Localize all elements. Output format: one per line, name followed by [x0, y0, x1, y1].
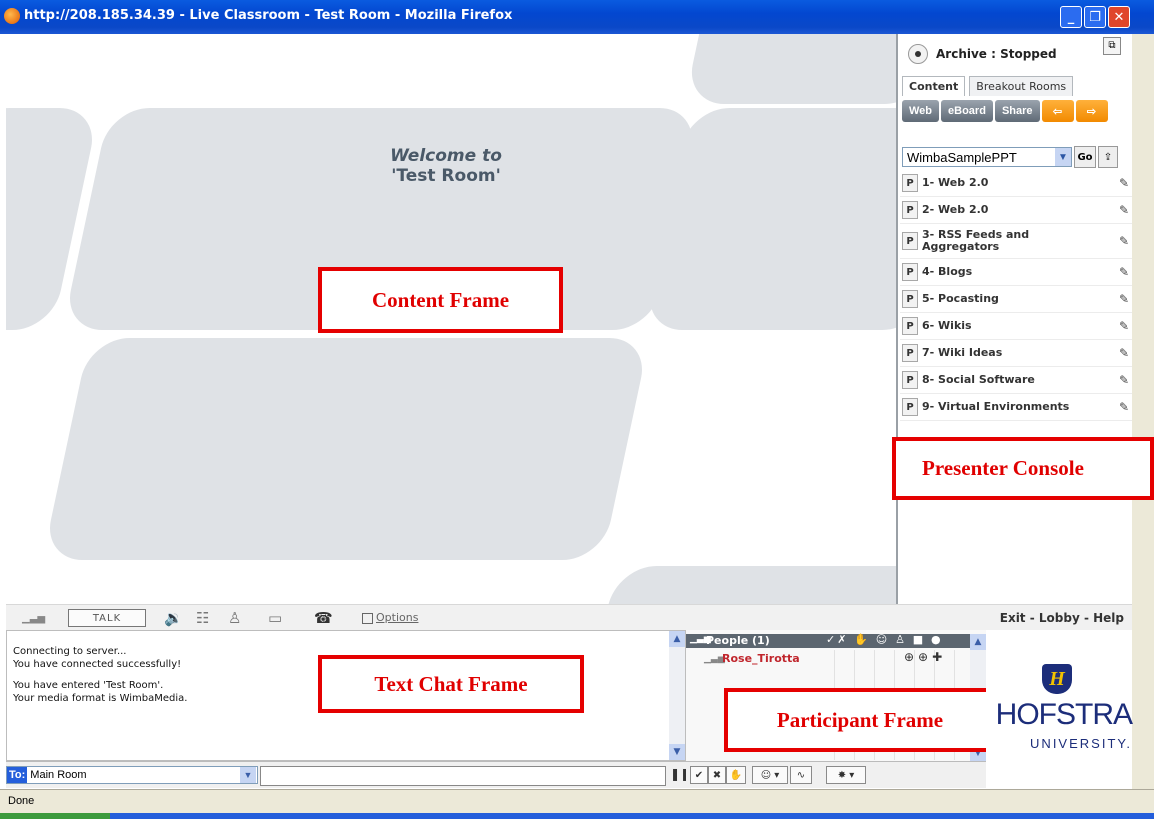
edit-pencil-icon[interactable]: ✎	[1116, 176, 1132, 190]
tab-breakout-rooms[interactable]: Breakout Rooms	[969, 76, 1074, 96]
pulse-icon[interactable]: ∿	[790, 766, 812, 784]
raise-hand-icon[interactable]: ✋	[726, 766, 746, 784]
background-shape	[595, 566, 896, 604]
speaker-icon[interactable]: 🔉	[164, 609, 183, 627]
list-item[interactable]: P 9- Virtual Environments ✎	[900, 394, 1132, 421]
ppt-badge: P	[902, 344, 918, 362]
welcome-message: Welcome to 'Test Room'	[390, 146, 502, 186]
eboard-button[interactable]: eBoard	[941, 100, 993, 122]
logo-name: HOFSTRA	[995, 698, 1133, 731]
list-item[interactable]: P 6- Wikis ✎	[900, 313, 1132, 340]
list-item[interactable]: P 3- RSS Feeds and Aggregators ✎	[900, 224, 1132, 259]
chevron-down-icon[interactable]: ▼	[240, 767, 256, 783]
ppt-badge: P	[902, 290, 918, 308]
chevron-down-icon[interactable]: ▼	[1055, 148, 1071, 166]
participant-toolbar: ✔ ✖ ✋ ☺ ▾ ∿ ✸ ▾	[686, 761, 986, 788]
next-arrow-icon[interactable]: ⇨	[1075, 100, 1108, 122]
deck-row: WimbaSamplePPT ▼ Go ⇪	[902, 146, 1118, 168]
edit-pencil-icon[interactable]: ✎	[1116, 400, 1132, 414]
edit-pencil-icon[interactable]: ✎	[1116, 373, 1132, 387]
participant-status-icons[interactable]: ⊕⊕✚	[904, 650, 946, 664]
list-item[interactable]: P 7- Wiki Ideas ✎	[900, 340, 1132, 367]
video-camera-icon[interactable]: ▭	[268, 609, 282, 627]
slide-list: P 1- Web 2.0 ✎ P 2- Web 2.0 ✎ P 3- RSS Feeds …	[900, 170, 1132, 421]
ppt-badge: P	[902, 263, 918, 281]
list-item[interactable]: P 4- Blogs ✎	[900, 259, 1132, 286]
annotation-participant-frame: Participant Frame	[724, 688, 996, 752]
cross-icon[interactable]: ✖	[708, 766, 726, 784]
ppt-badge: P	[902, 398, 918, 416]
annotation-presenter-console: Presenter Console	[892, 437, 1154, 500]
edit-pencil-icon[interactable]: ✎	[1116, 292, 1132, 306]
status-text: Done	[8, 795, 35, 807]
options-link[interactable]: Options	[362, 611, 418, 624]
logo-sub: UNIVERSITY.	[1030, 736, 1132, 751]
taskbar	[0, 813, 1154, 819]
maximize-button[interactable]: ❐	[1084, 6, 1106, 28]
share-button[interactable]: Share	[994, 100, 1040, 122]
list-item[interactable]: P 2- Web 2.0 ✎	[900, 197, 1132, 224]
archive-status[interactable]: Archive : Stopped	[908, 44, 1057, 64]
firefox-icon	[4, 8, 20, 24]
check-icon[interactable]: ✔	[690, 766, 708, 784]
talk-button[interactable]: TALK	[68, 609, 146, 627]
window-right-edge	[1132, 34, 1154, 789]
hofstra-logo: H HOFSTRA UNIVERSITY.	[986, 630, 1133, 761]
edit-pencil-icon[interactable]: ✎	[1116, 319, 1132, 333]
web-button[interactable]: Web	[902, 100, 940, 122]
scroll-up-icon[interactable]: ▲	[970, 634, 986, 650]
ppt-badge: P	[902, 174, 918, 192]
edit-pencil-icon[interactable]: ✎	[1116, 203, 1132, 217]
ppt-badge: P	[902, 317, 918, 335]
tab-content[interactable]: Content	[902, 76, 966, 96]
edit-pencil-icon[interactable]: ✎	[1116, 265, 1132, 279]
emoticon-icon[interactable]: ☺ ▾	[752, 766, 788, 784]
edit-pencil-icon[interactable]: ✎	[1116, 234, 1132, 248]
list-item[interactable]: P 5- Pocasting ✎	[900, 286, 1132, 313]
archive-radio-icon[interactable]	[908, 44, 928, 64]
exit-lobby-help-links[interactable]: Exit - Lobby - Help	[1000, 611, 1124, 625]
chat-scrollbar[interactable]: ▲ ▼	[669, 631, 685, 760]
upload-icon[interactable]: ⇪	[1098, 146, 1118, 168]
settings-icon[interactable]: ✸ ▾	[826, 766, 866, 784]
previous-arrow-icon[interactable]: ⇦	[1041, 100, 1074, 122]
annotation-text-chat-frame: Text Chat Frame	[318, 655, 584, 713]
popout-icon[interactable]: ⧉	[1103, 37, 1121, 55]
ppt-badge: P	[902, 232, 918, 250]
edit-pencil-icon[interactable]: ✎	[1116, 346, 1132, 360]
console-toolbar: Web eBoard Share ⇦ ⇨	[902, 100, 1108, 122]
recipient-select[interactable]: To: Main Room ▼	[6, 766, 258, 784]
chat-message-input[interactable]	[260, 766, 666, 786]
window-title: http://208.185.34.39 - Live Classroom - …	[24, 8, 513, 23]
chat-log: Connecting to server... You have connect…	[13, 646, 188, 704]
participant-name[interactable]: Rose_Tirotta	[722, 652, 800, 665]
background-shape	[684, 34, 896, 104]
telephone-icon[interactable]: ☎	[314, 609, 333, 627]
scroll-up-icon[interactable]: ▲	[669, 631, 685, 647]
list-item[interactable]: P 1- Web 2.0 ✎	[900, 170, 1132, 197]
status-bar: Done	[0, 789, 1154, 814]
window-title-bar: http://208.185.34.39 - Live Classroom - …	[0, 0, 1154, 34]
audio-bar: ▁▃▅ TALK 🔉 ☷ ♙ ▭ ☎ Options Exit - Lobby …	[6, 604, 1132, 631]
ppt-badge: P	[902, 201, 918, 219]
status-icons: ✓✗ ✋ ☺ ♙ ■ ●	[826, 633, 943, 646]
deck-select[interactable]: WimbaSamplePPT ▼	[902, 147, 1072, 167]
minimize-button[interactable]: _	[1060, 6, 1082, 28]
shield-icon: H	[1042, 664, 1072, 694]
ppt-badge: P	[902, 371, 918, 389]
levels-icon[interactable]: ☷	[196, 609, 209, 627]
go-button[interactable]: Go	[1074, 146, 1096, 168]
presenter-console: Archive : Stopped ⧉ Content Breakout Roo…	[896, 34, 1134, 604]
console-tabs: Content Breakout Rooms	[902, 76, 1074, 96]
background-shape	[42, 338, 650, 560]
microphone-icon[interactable]: ♙	[228, 609, 241, 627]
annotation-content-frame: Content Frame	[318, 267, 563, 333]
scroll-down-icon[interactable]: ▼	[669, 744, 685, 760]
signal-icon: ▁▃▅	[22, 613, 46, 624]
chat-input-row: To: Main Room ▼ ❚❚	[6, 761, 690, 788]
close-button[interactable]: ✕	[1108, 6, 1130, 28]
people-header: ▁▃▅ People (1) ✓✗ ✋ ☺ ♙ ■ ●	[686, 633, 970, 648]
list-item[interactable]: P 8- Social Software ✎	[900, 367, 1132, 394]
